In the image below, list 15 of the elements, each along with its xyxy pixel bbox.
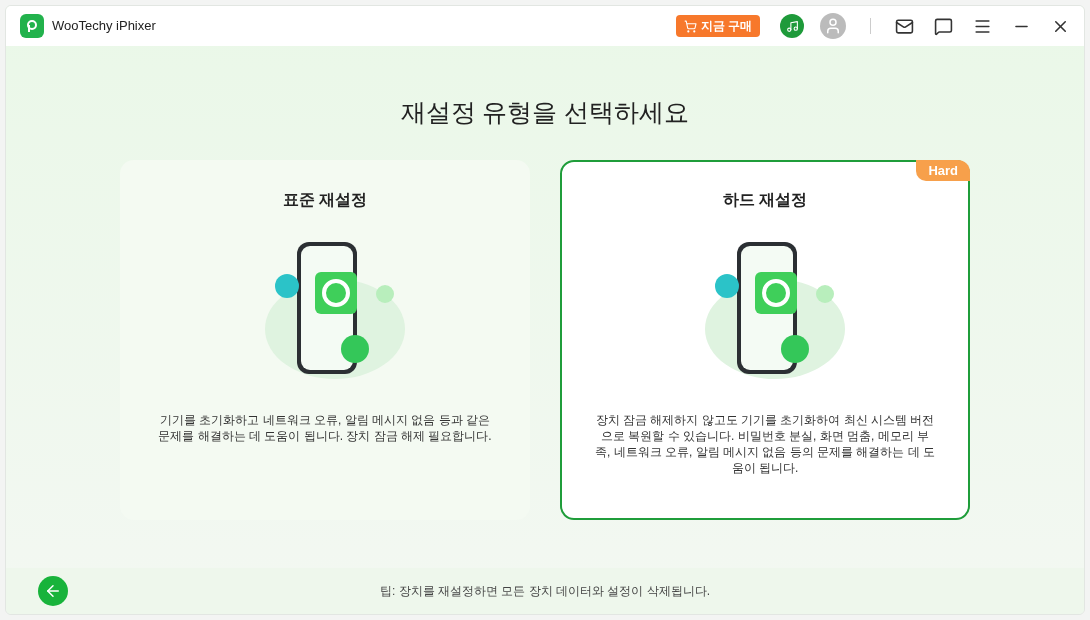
card-title: 하드 재설정 [722,189,808,210]
chat-icon[interactable] [934,16,953,36]
card-title: 표준 재설정 [282,189,368,210]
music-icon[interactable] [780,14,804,38]
tip-text: 팁: 장치를 재설정하면 모든 장치 데이터와 설정이 삭제됩니다. [379,583,711,600]
app-logo-icon [20,14,44,38]
back-button[interactable] [38,576,68,606]
card-description: 장치 잠금 해제하지 않고도 기기를 초기화하여 최신 시스템 버전으로 복원할 수 있습니다. 비밀번호 분실, 화면 멈춤, 메모리 부족, 네트워크 오류, 알림 메시지 없음 등의 문제를 해결하는 데 도움이 됩니다. [594,411,936,476]
card-description: 기기를 초기화하고 네트워크 오류, 알림 메시지 없음 등과 같은 문제를 해결하는 데 도움이 됩니다. 장치 잠금 해제 필요합니다. [157,411,493,444]
window-title: WooTechy iPhixer [52,17,156,36]
page-heading: 재설정 유형을 선택하세요 [399,97,691,128]
hard-badge: Hard [916,159,970,181]
reset-option-card[interactable]: Hard 하드 재설정 장치 잠금 해제하지 않고도 기기를 초기화하여 최신 시스템 버전으로 복원할 수 있습니다. 비밀번호 분실, 화면 멈춤, 메모리 부족, 네트워크 오류, 알림 메시지 없음 등의 문제를 해결하는 데 도움이 됩니다. [560,159,970,520]
mail-icon[interactable] [895,16,914,36]
cart-icon [683,19,697,33]
